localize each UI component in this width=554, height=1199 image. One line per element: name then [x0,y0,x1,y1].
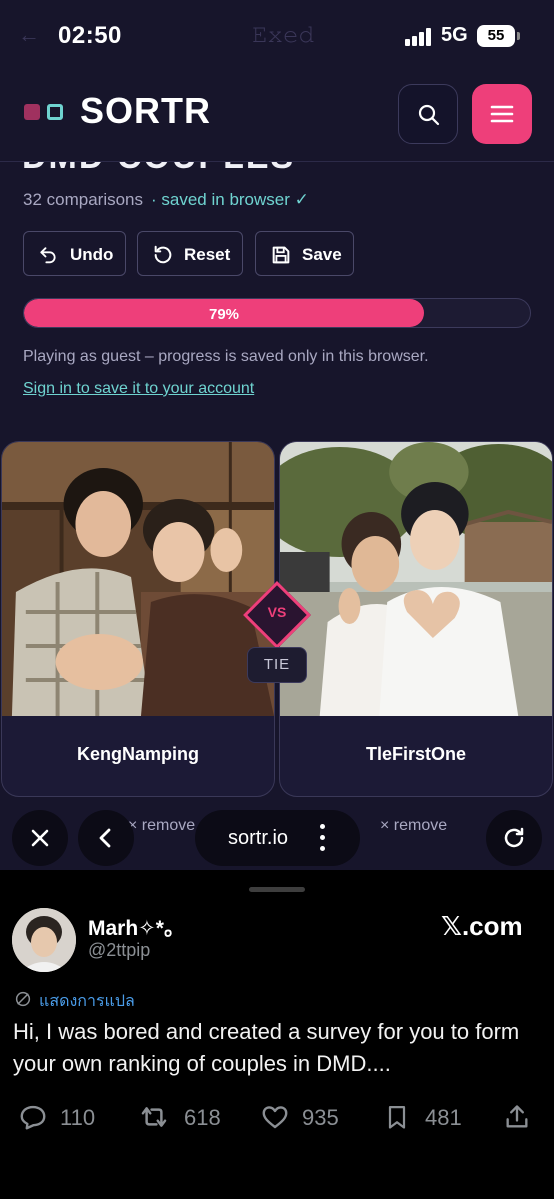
hamburger-menu-icon [490,105,514,123]
url-text: sortr.io [228,827,289,849]
vs-label: VS [267,604,287,620]
logo-mark-teal [47,104,63,120]
logo-mark-pink [24,104,40,120]
save-icon [272,246,290,264]
browser-reload-button[interactable] [486,810,542,866]
undo-label: Undo [70,245,114,264]
tweet-text: Hi, I was bored and created a survey for… [13,1019,520,1076]
reply-count: 110 [60,1105,96,1130]
ghost-back-arrow-icon: ← [18,22,40,47]
globe-icon [15,991,31,1007]
sortr-app: ← 𝙴𝚡𝚎𝚍 02:50 5G 55 SORTR 32 comparisons … [0,0,554,870]
browser-close-button[interactable] [12,810,68,866]
tweet-author[interactable]: Marh✧*。 [88,912,185,942]
tie-button[interactable]: TIE [247,647,307,683]
undo-button[interactable]: Undo [23,231,126,276]
sort-meta: 32 comparisons · saved in browser ✓ [23,190,309,210]
right-choice-card[interactable]: TleFirstOne [279,441,553,797]
right-remove-link[interactable]: × remove [380,817,447,835]
left-remove-link[interactable]: × remove [128,817,195,835]
bookmark-count: 481 [425,1105,462,1130]
heart-icon [262,1106,288,1129]
reset-button[interactable]: Reset [137,231,243,276]
signal-bars-icon [405,28,435,46]
save-button[interactable]: Save [255,231,354,276]
left-couple-photo [2,442,274,716]
save-label: Save [302,245,342,264]
logo-text[interactable]: SORTR [80,90,211,132]
tweet-username[interactable]: @2ttpip [88,940,150,961]
guest-note: Playing as guest – progress is saved onl… [23,348,429,365]
saved-status: · saved in browser ✓ [151,190,309,209]
browser-back-button[interactable] [78,810,134,866]
x-logo[interactable]: 𝕏.com [441,911,523,942]
browser-url-bar[interactable]: sortr.io [195,810,360,866]
repost-count: 618 [184,1105,221,1130]
undo-icon [40,247,56,264]
right-couple-photo [280,442,552,716]
status-bar: ← 𝙴𝚡𝚎𝚍 02:50 5G 55 [0,0,554,70]
signin-link[interactable]: Sign in to save it to your account [23,380,254,398]
tweet-sheet: Marh✧*。 @2ttpip 𝕏.com แสดงการแปล Hi, I w… [0,878,554,1199]
progress-bar: 79% [23,298,531,328]
battery-icon: 55 [477,25,520,47]
close-icon [31,829,49,847]
progress-label: 79% [208,306,240,323]
progress-fill: 79% [24,299,424,327]
reset-label: Reset [184,245,231,264]
bookmark-icon [388,1105,406,1129]
reset-icon [154,245,172,264]
status-time: 02:50 [58,22,122,49]
search-button[interactable] [398,84,458,144]
translate-label: แสดงการแปล [39,993,135,1010]
more-options-icon[interactable] [320,824,326,852]
avatar-photo [12,908,76,972]
avatar[interactable] [12,908,76,972]
app-header: SORTR [0,72,554,162]
left-choice-name: KengNamping [76,744,199,764]
ghost-title-icon: 𝙴𝚡𝚎𝚍 [252,22,315,47]
menu-button[interactable] [472,84,532,144]
share-icon [506,1105,528,1128]
sheet-drag-handle[interactable] [249,887,305,892]
repost-icon [141,1107,167,1127]
search-icon [418,104,440,126]
chevron-left-icon [99,828,111,848]
share-button[interactable] [503,1102,531,1137]
reply-icon [20,1105,46,1130]
reload-icon [504,827,524,848]
left-choice-card[interactable]: KengNamping [1,441,275,797]
like-count: 935 [302,1105,339,1130]
network-type: 5G [441,24,468,46]
comparison-count: 32 comparisons [23,190,144,209]
right-choice-name: TleFirstOne [365,744,467,764]
